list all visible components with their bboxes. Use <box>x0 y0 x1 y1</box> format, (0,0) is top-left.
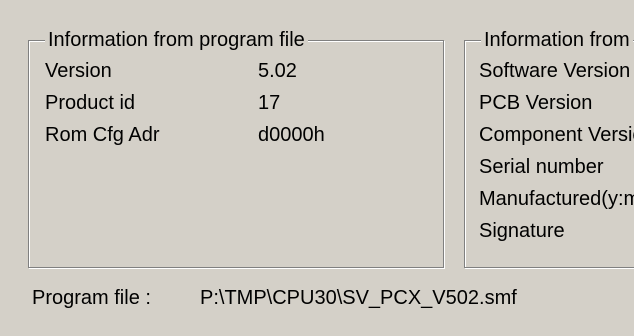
software-version-label: Software Version <box>479 60 631 82</box>
program-file-info-group: Information from program file Version 5.… <box>28 28 444 268</box>
program-file-info-title: Information from program file <box>45 28 308 52</box>
device-info-title: Information from <box>481 28 633 52</box>
rom-cfg-adr-label: Rom Cfg Adr <box>45 124 160 146</box>
signature-label: Signature <box>479 220 565 242</box>
product-id-value: 17 <box>258 92 281 114</box>
rom-cfg-adr-value: d0000h <box>258 124 325 146</box>
device-info-group: Information from Software Version PCB Ve… <box>464 28 634 268</box>
manufactured-label: Manufactured(y:m) <box>479 188 634 210</box>
version-label: Version <box>45 60 112 82</box>
serial-number-label: Serial number <box>479 156 604 178</box>
version-value: 5.02 <box>258 60 297 82</box>
pcb-version-label: PCB Version <box>479 92 593 114</box>
component-version-label: Component Version <box>479 124 634 146</box>
program-file-label: Program file : <box>32 287 151 309</box>
program-file-path: P:\TMP\CPU30\SV_PCX_V502.smf <box>200 287 517 309</box>
product-id-label: Product id <box>45 92 136 114</box>
